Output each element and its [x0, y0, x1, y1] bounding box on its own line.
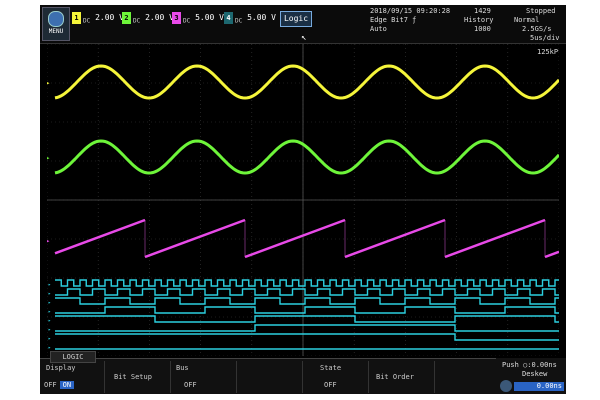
channel-2-marker[interactable]: ▸: [47, 154, 50, 162]
channel-1-waveform: [54, 64, 559, 100]
channel-3-swatch: 3: [172, 11, 181, 24]
channel-4-scale: 5.00 V: [247, 13, 276, 22]
channel-4-indicator[interactable]: 4 DC 5.00 V: [224, 11, 276, 25]
channel-markers: ▸ ▸ ▸: [47, 79, 546, 257]
record-length: 1000: [474, 25, 491, 33]
history-label: History: [464, 16, 494, 24]
logic-tab[interactable]: Logic: [280, 11, 312, 27]
channel-2-indicator[interactable]: 2 DC 2.00 V: [122, 11, 174, 25]
display-on-option: ON: [59, 381, 75, 389]
run-state: Stopped: [526, 7, 556, 15]
logic-bit-2-trace: [55, 297, 559, 305]
logic-bit-6-trace: [55, 333, 559, 341]
state-label: State: [320, 364, 342, 372]
empty-softkey[interactable]: [236, 361, 303, 393]
bit-order-label: Bit Order: [376, 373, 414, 381]
channel-2-coupling: DC: [133, 17, 141, 25]
menu-button[interactable]: MENU: [42, 7, 70, 41]
logic-bit-4-marker: ▸: [48, 318, 51, 324]
channel-4-swatch: 4: [224, 11, 233, 24]
channel-2-waveform: [54, 139, 559, 175]
logic-bit-0-trace: [55, 279, 559, 287]
oscilloscope-screen: MENU 1 DC 2.00 V 2 DC 2.00 V 3 DC 5.00 V 4D…: [40, 5, 566, 394]
logic-bus-waveforms: ▸▸▸▸▸▸▸▸: [48, 279, 559, 351]
waveform-grid: 125kPts ▸▸▸ ▸▸▸▸▸▸▸▸: [47, 44, 559, 356]
logic-bit-1-trace: [55, 288, 559, 296]
sample-rate: 2.5GS/s: [522, 25, 552, 33]
display-off-option: OFF: [44, 381, 57, 389]
trigger-mode: Normal: [514, 16, 540, 24]
channel-1-indicator[interactable]: 1 DC 2.00 V: [72, 11, 124, 25]
history-count: 1429: [474, 7, 491, 15]
timebase: 5us/div: [530, 34, 560, 42]
state-softkey[interactable]: State OFF: [302, 361, 369, 393]
menu-icon: [48, 11, 64, 27]
deskew-value: 0.00ns: [514, 382, 564, 391]
channel-3-marker[interactable]: ▸: [47, 237, 50, 245]
display-label: Display: [46, 364, 76, 372]
bit-order-softkey[interactable]: Bit Order: [368, 361, 435, 393]
channel-3-indicator[interactable]: 3 DC 5.00 V: [172, 11, 224, 25]
logic-bit-2-marker: ▸: [48, 300, 51, 306]
logic-bit-0-marker: ▸: [48, 282, 51, 288]
channel-3-coupling: DC: [183, 17, 191, 25]
push-label: Push ○:0.00ns: [502, 361, 557, 369]
channel-2-swatch: 2: [122, 11, 131, 24]
logic-bit-6-marker: ▸: [48, 336, 51, 342]
logic-bit-3-trace: [55, 306, 559, 314]
top-status-bar: MENU 1 DC 2.00 V 2 DC 2.00 V 3 DC 5.00 V 4D…: [40, 5, 566, 44]
channel-1-coupling: DC: [83, 17, 91, 25]
channel-1-marker[interactable]: ▸: [47, 79, 50, 87]
bus-label: Bus: [176, 364, 189, 372]
mouse-pointer-icon: ↖: [301, 33, 307, 43]
deskew-softkey[interactable]: Push ○:0.00ns Deskew 0.00ns: [496, 358, 566, 394]
bus-value: OFF: [184, 381, 197, 389]
datetime: 2018/09/15 09:20:28: [370, 7, 451, 15]
channel-3-waveform: [54, 218, 559, 259]
bus-softkey[interactable]: Bus OFF: [170, 361, 237, 393]
bit-setup-label: Bit Setup: [114, 373, 152, 381]
acquisition-status: 2018/09/15 09:20:28 Edge Bit7 ƒ Auto 142…: [370, 6, 566, 42]
bit-setup-softkey[interactable]: Bit Setup: [104, 361, 171, 393]
state-value: OFF: [324, 381, 337, 389]
logic-bit-3-marker: ▸: [48, 309, 51, 315]
logic-bit-1-marker: ▸: [48, 291, 51, 297]
deskew-label: Deskew: [522, 370, 548, 378]
menu-label: MENU: [48, 28, 64, 35]
logic-bit-5-marker: ▸: [48, 327, 51, 333]
points-readout: 125kPts: [537, 48, 559, 56]
channel-1-scale: 2.00 V: [95, 13, 124, 22]
logic-bit-5-trace: [55, 324, 559, 332]
trigger-mode-auto: Auto: [370, 25, 387, 33]
graticule: [47, 44, 559, 356]
display-softkey[interactable]: Display OFF ON: [40, 361, 105, 393]
trigger-source: Edge Bit7 ƒ: [370, 16, 417, 24]
knob-icon: [500, 380, 512, 392]
channel-2-scale: 2.00 V: [145, 13, 174, 22]
channel-4-coupling: DC: [235, 17, 243, 25]
softkey-bar: LOGIC Display OFF ON Bit Setup Bus OFF St…: [40, 351, 566, 394]
display-toggle[interactable]: OFF ON: [44, 381, 75, 389]
channel-3-scale: 5.00 V: [195, 13, 224, 22]
channel-1-swatch: 1: [72, 11, 81, 24]
